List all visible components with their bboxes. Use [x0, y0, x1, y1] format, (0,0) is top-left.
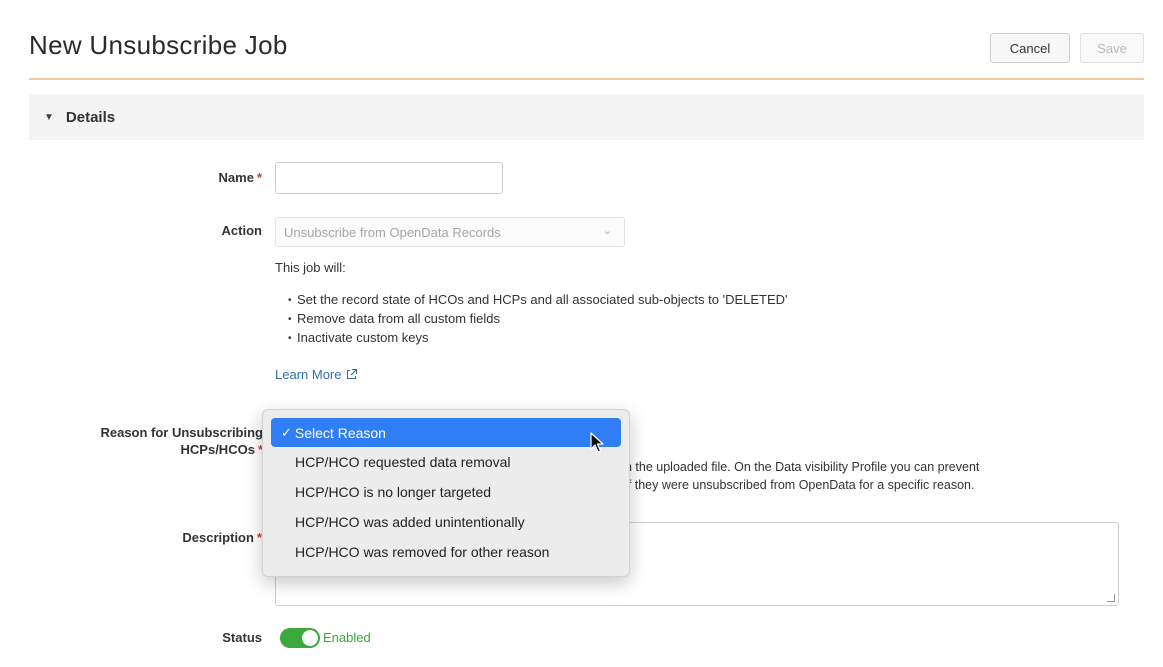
resize-handle-icon[interactable]	[1107, 594, 1115, 602]
save-button[interactable]: Save	[1080, 33, 1144, 63]
cancel-button[interactable]: Cancel	[990, 33, 1070, 63]
job-intro-text: This job will:	[275, 260, 346, 275]
status-value: Enabled	[323, 630, 371, 645]
details-section-header[interactable]: ▼ Details	[29, 94, 1144, 140]
section-title: Details	[65, 108, 116, 126]
required-marker: *	[256, 170, 262, 185]
dropdown-option[interactable]: HCP/HCO was added unintentionally	[263, 507, 629, 537]
caret-down-icon: ▼	[44, 111, 54, 123]
action-select-value: Unsubscribe from OpenData Records	[284, 224, 501, 240]
status-label: Status	[222, 630, 262, 645]
name-label-text: Name	[218, 170, 254, 185]
dropdown-option-selected[interactable]: ✓ Select Reason	[271, 418, 621, 447]
learn-more-label: Learn More	[275, 367, 342, 382]
reason-help-line1: n the uploaded file. On the Data visibil…	[625, 460, 980, 474]
reason-label-line2: HCPs/HCOs	[180, 442, 255, 457]
reason-label-line1: Reason for Unsubscribing	[100, 425, 263, 440]
job-bullet-item: Inactivate custom keys	[288, 329, 788, 348]
description-label-text: Description	[182, 530, 254, 545]
chevron-down-icon: ⌄	[602, 225, 612, 237]
mouse-cursor-icon	[590, 432, 604, 453]
page-title: New Unsubscribe Job	[29, 30, 288, 60]
status-toggle[interactable]	[280, 628, 320, 648]
job-bullet-item: Set the record state of HCOs and HCPs an…	[288, 291, 788, 310]
dropdown-option[interactable]: HCP/HCO was removed for other reason	[263, 537, 629, 567]
toggle-knob	[302, 630, 318, 646]
job-bullet-list: Set the record state of HCOs and HCPs an…	[288, 291, 788, 348]
dropdown-option[interactable]: HCP/HCO is no longer targeted	[263, 477, 629, 507]
action-label: Action	[221, 223, 262, 238]
title-divider	[29, 78, 1144, 80]
external-link-icon	[347, 368, 358, 380]
checkmark-icon: ✓	[281, 424, 292, 440]
dropdown-option[interactable]: HCP/HCO requested data removal	[263, 447, 629, 477]
action-select: Unsubscribe from OpenData Records ⌄	[275, 217, 625, 247]
learn-more-link[interactable]: Learn More	[275, 367, 358, 382]
reason-dropdown-menu: ✓ Select Reason HCP/HCO requested data r…	[262, 409, 630, 577]
name-input[interactable]	[275, 162, 503, 194]
reason-help-line2: if they were unsubscribed from OpenData …	[625, 478, 975, 492]
reason-label-line2-wrap: HCPs/HCOs *	[33, 441, 263, 458]
description-label: Description *	[32, 530, 262, 545]
reason-label: Reason for Unsubscribing HCPs/HCOs *	[33, 424, 263, 458]
job-bullet-item: Remove data from all custom fields	[288, 310, 788, 329]
dropdown-option-label: Select Reason	[294, 424, 386, 441]
name-label: Name *	[32, 170, 262, 185]
reason-help-text: n the uploaded file. On the Data visibil…	[625, 458, 1155, 494]
